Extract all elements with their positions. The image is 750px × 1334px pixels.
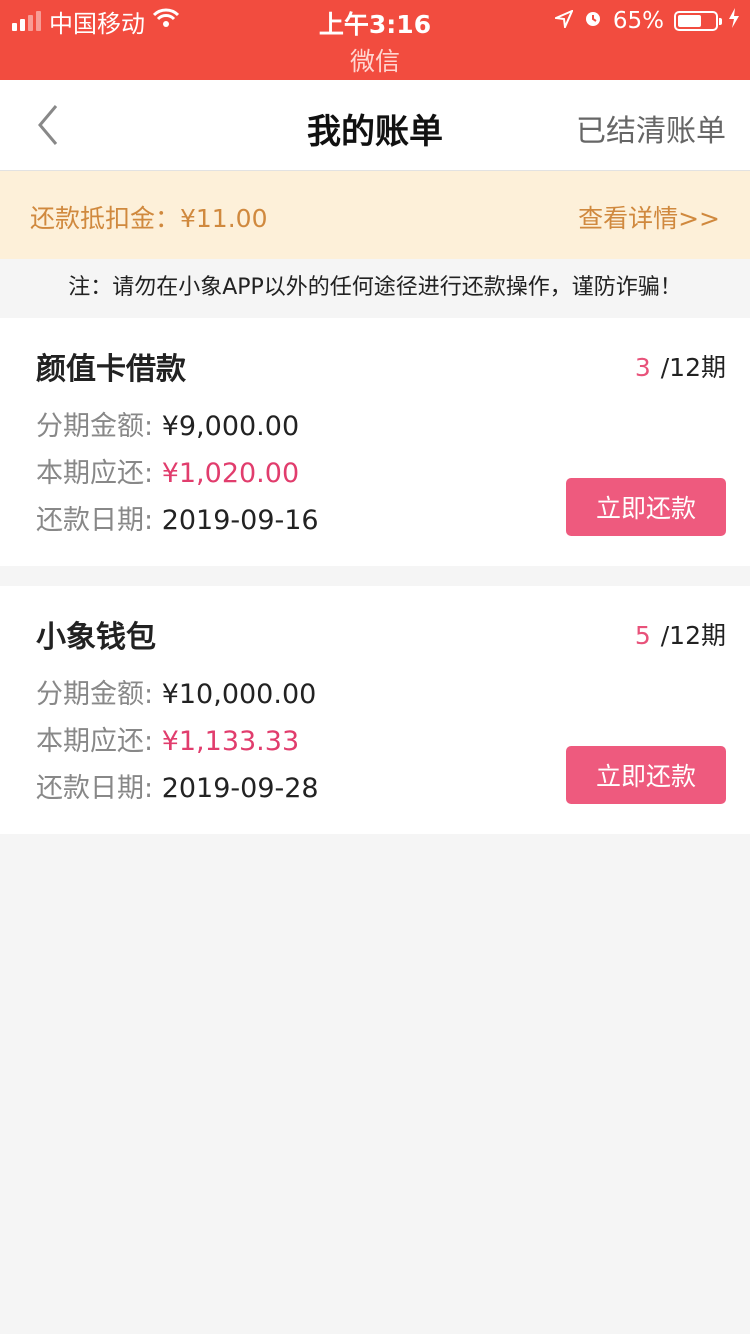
- due-amount-label: 本期应还:: [36, 726, 154, 757]
- installment-amount-value: ¥9,000.00: [161, 411, 300, 442]
- due-date-value: 2019-09-28: [161, 773, 319, 804]
- total-periods: /12期: [660, 621, 726, 650]
- due-amount-label: 本期应还:: [36, 458, 154, 489]
- due-date-row: 还款日期: 2019-09-16: [36, 498, 319, 537]
- installment-amount-row: 分期金额: ¥10,000.00: [36, 672, 316, 711]
- bill-period: 5/12期: [635, 616, 726, 652]
- pay-now-button[interactable]: 立即还款: [566, 478, 726, 536]
- current-period: 5: [634, 621, 651, 650]
- installment-amount-value: ¥10,000.00: [161, 679, 317, 710]
- pay-now-button[interactable]: 立即还款: [566, 746, 726, 804]
- installment-amount-row: 分期金额: ¥9,000.00: [36, 404, 299, 443]
- deduction-amount: 还款抵扣金：¥11.00: [30, 204, 268, 233]
- deduction-banner: 还款抵扣金：¥11.00 查看详情>>: [0, 171, 750, 259]
- due-amount-row: 本期应还: ¥1,133.33: [36, 719, 299, 758]
- due-date-value: 2019-09-16: [161, 505, 319, 536]
- status-bar: 中国移动 上午3:16 微信 65%: [0, 0, 750, 80]
- battery-percent: 65%: [612, 8, 664, 34]
- due-date-row: 还款日期: 2019-09-28: [36, 766, 319, 805]
- status-right: 65%: [552, 6, 740, 36]
- status-app-name: 微信: [349, 47, 400, 76]
- settled-bills-link[interactable]: 已结清账单: [576, 106, 726, 150]
- due-date-label: 还款日期:: [36, 773, 154, 804]
- total-periods: /12期: [660, 353, 726, 382]
- due-amount-value: ¥1,133.33: [161, 726, 300, 757]
- bill-card: 颜值卡借款 3/12期 分期金额: ¥9,000.00 本期应还: ¥1,020…: [0, 318, 750, 566]
- bill-period: 3/12期: [635, 348, 726, 384]
- bill-card: 小象钱包 5/12期 分期金额: ¥10,000.00 本期应还: ¥1,133…: [0, 586, 750, 834]
- nav-bar: 我的账单 已结清账单: [0, 80, 750, 171]
- view-details-link[interactable]: 查看详情>>: [578, 199, 720, 235]
- battery-icon: [674, 11, 722, 31]
- charging-icon: [728, 8, 740, 34]
- bill-name: 小象钱包: [36, 620, 156, 655]
- location-icon: [552, 8, 574, 34]
- installment-amount-label: 分期金额:: [36, 679, 154, 710]
- fraud-notice: 注：请勿在小象APP以外的任何途径进行还款操作，谨防诈骗！: [68, 275, 682, 300]
- due-amount-value: ¥1,020.00: [161, 458, 300, 489]
- battery-fill: [678, 15, 701, 27]
- installment-amount-label: 分期金额:: [36, 411, 154, 442]
- due-date-label: 还款日期:: [36, 505, 154, 536]
- current-period: 3: [634, 353, 651, 382]
- bill-name: 颜值卡借款: [36, 352, 186, 387]
- due-amount-row: 本期应还: ¥1,020.00: [36, 451, 299, 490]
- alarm-icon: [583, 8, 603, 34]
